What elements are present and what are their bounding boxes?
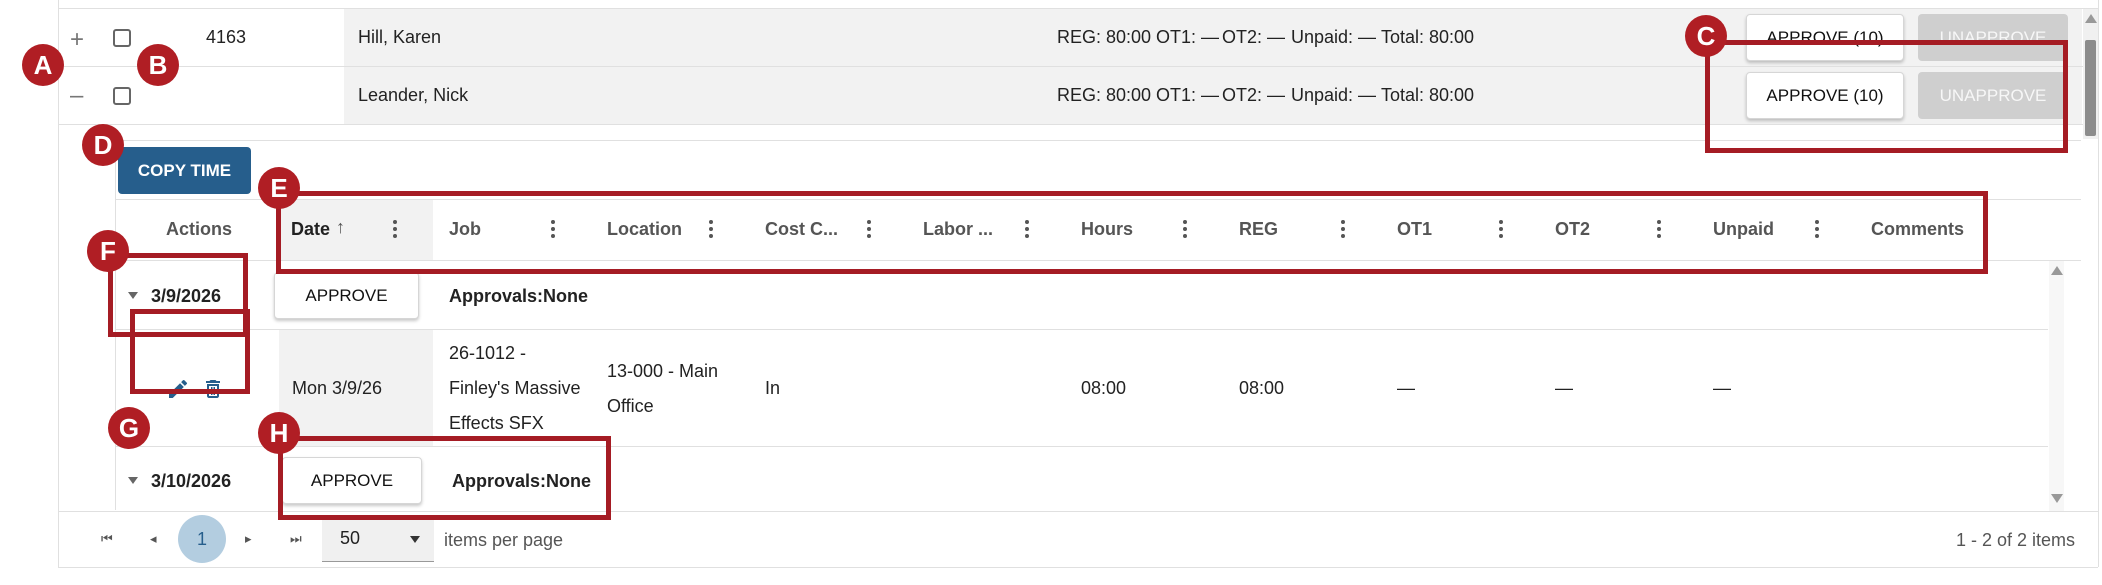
group-date: 3/10/2026 <box>151 471 232 491</box>
grid-left-border <box>58 0 59 567</box>
scroll-down-icon[interactable] <box>2051 494 2063 503</box>
entry-hours: 08:00 <box>1081 378 1127 398</box>
items-per-page-select[interactable]: 50 <box>322 516 434 562</box>
annotation-marker-d: D <box>82 124 124 166</box>
approvals-value: None <box>543 286 588 306</box>
pager-summary: 1 - 2 of 2 items <box>1955 530 2075 550</box>
ot2-total: OT2: — <box>1222 27 1286 47</box>
collapse-toggle[interactable]: – <box>70 82 83 110</box>
annotation-marker-c: C <box>1685 15 1727 57</box>
annotation-marker-a: A <box>22 44 64 86</box>
annotation-box-e <box>276 191 1988 274</box>
annotation-marker-f: F <box>87 230 129 272</box>
copy-time-button[interactable]: COPY TIME <box>118 147 251 194</box>
annotation-marker-g: G <box>108 407 150 449</box>
dropdown-arrow-icon <box>410 536 420 543</box>
ot1-total: OT1: — <box>1156 85 1220 105</box>
entry-ot1: — <box>1397 378 1415 398</box>
collapse-group-icon[interactable] <box>128 477 138 484</box>
outer-scrollbar-thumb[interactable] <box>2085 40 2096 136</box>
entry-job-line: Effects SFX <box>449 413 544 433</box>
annotation-marker-e: E <box>258 167 300 209</box>
entry-reg: 08:00 <box>1239 378 1285 398</box>
page-number-button[interactable]: 1 <box>178 515 226 563</box>
employee-name: Hill, Karen <box>358 27 442 47</box>
employee-checkbox[interactable] <box>113 87 131 105</box>
entry-job-line: 26-1012 - <box>449 343 527 363</box>
pager-bottom-border <box>58 567 2098 568</box>
column-header-actions: Actions <box>166 219 233 239</box>
first-page-icon[interactable]: ⏮ <box>101 531 113 547</box>
grand-total: Total: 80:00 <box>1381 85 1475 105</box>
employee-name: Leander, Nick <box>358 85 469 105</box>
items-per-page-label: items per page <box>444 530 564 550</box>
entry-location-line: Office <box>607 396 654 416</box>
reg-total: REG: 80:00 <box>1057 27 1152 47</box>
detail-scrollbar[interactable] <box>2049 261 2064 511</box>
approvals-label: Approvals: <box>449 286 544 306</box>
reg-total: REG: 80:00 <box>1057 85 1152 105</box>
entry-ot2: — <box>1555 378 1573 398</box>
grand-total: Total: 80:00 <box>1381 27 1475 47</box>
employee-number: 4163 <box>206 27 247 47</box>
annotation-box-g <box>130 309 250 394</box>
scroll-up-icon[interactable] <box>2085 14 2097 23</box>
entry-cost-code: In <box>765 378 781 398</box>
annotation-marker-b: B <box>137 44 179 86</box>
annotation-box-c <box>1705 40 2068 153</box>
scroll-up-icon[interactable] <box>2051 266 2063 275</box>
annotation-box-h <box>278 436 611 520</box>
unpaid-total: Unpaid: — <box>1291 27 1377 47</box>
approve-day-button[interactable]: APPROVE <box>274 272 419 319</box>
annotation-marker-h: H <box>258 412 300 454</box>
items-per-page-value: 50 <box>340 528 361 548</box>
entry-location-line: 13-000 - Main <box>607 361 719 381</box>
grid-right-border <box>2098 0 2099 567</box>
entry-date: Mon 3/9/26 <box>292 378 383 398</box>
entry-job-line: Finley's Massive <box>449 378 581 398</box>
entry-unpaid: — <box>1713 378 1731 398</box>
ot2-total: OT2: — <box>1222 85 1286 105</box>
ot1-total: OT1: — <box>1156 27 1220 47</box>
expand-toggle[interactable]: + <box>70 26 84 54</box>
employee-checkbox[interactable] <box>113 29 131 47</box>
last-page-icon[interactable]: ⏭ <box>290 531 302 547</box>
unpaid-total: Unpaid: — <box>1291 85 1377 105</box>
next-page-icon[interactable]: ▸ <box>245 531 252 547</box>
prev-page-icon[interactable]: ◂ <box>150 531 157 547</box>
